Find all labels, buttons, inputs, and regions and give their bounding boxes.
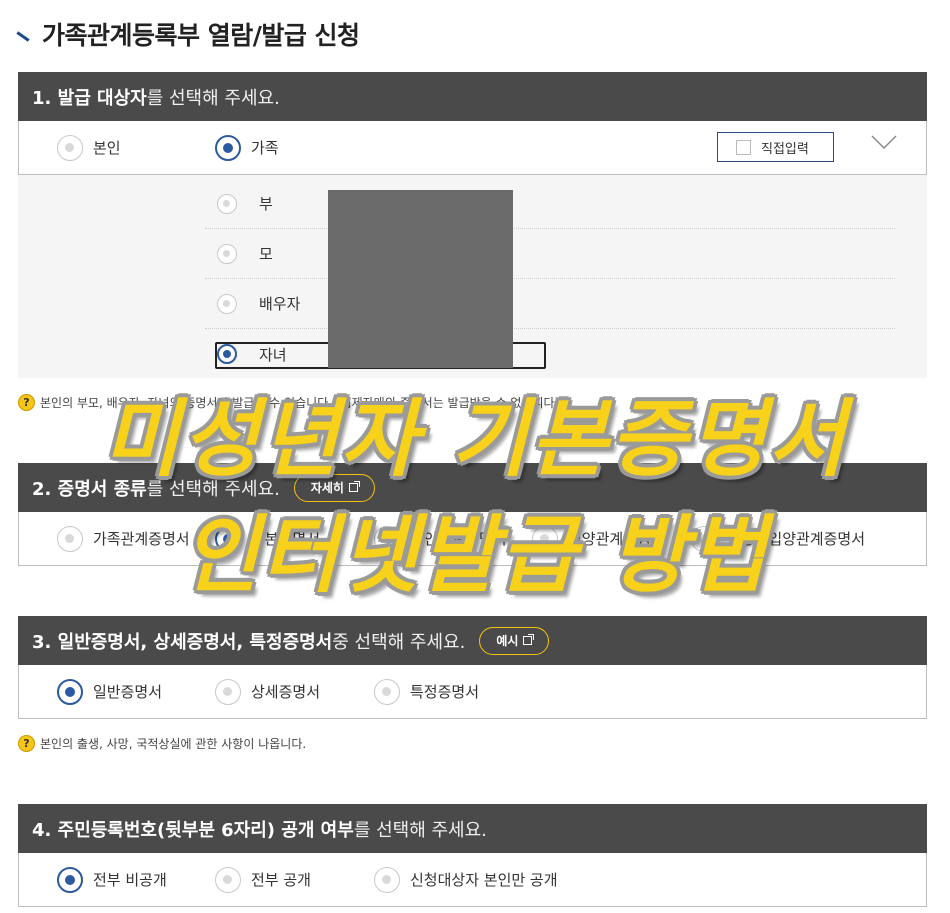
- family-option-mother[interactable]: 모: [205, 229, 895, 279]
- page-title: 가족관계등록부 열람/발급 신청: [16, 14, 360, 54]
- option-general-cert-label: 일반증명서: [93, 683, 163, 701]
- section1-header: 1. 발급 대상자 를 선택해 주세요.: [18, 72, 927, 121]
- section1-title: 1. 발급 대상자: [32, 87, 147, 109]
- option-detailed-cert-label: 상세증명서: [251, 683, 321, 701]
- option-general-cert[interactable]: 일반증명서: [57, 665, 162, 718]
- option-all-public-label: 전부 공개: [251, 871, 311, 889]
- radio-self[interactable]: [57, 134, 83, 161]
- option-self-public[interactable]: 신청대상자 본인만 공개: [374, 853, 558, 906]
- radio-all-public[interactable]: [215, 866, 241, 893]
- chevron-down-icon[interactable]: [871, 135, 897, 149]
- radio-spouse[interactable]: [217, 293, 237, 314]
- direct-input-label: 직접입력: [761, 141, 809, 157]
- section3-title: 3. 일반증명서, 상세증명서, 특정증명서: [32, 631, 333, 653]
- overlay-title-line1: 미성년자 기본증명서: [102, 390, 848, 488]
- section1-title-rest: 를 선택해 주세요.: [146, 87, 280, 109]
- page-title-text: 가족관계등록부 열람/발급 신청: [42, 21, 360, 50]
- option-family[interactable]: 가족: [215, 121, 279, 174]
- family-spouse-label: 배우자: [259, 295, 301, 313]
- option-all-private[interactable]: 전부 비공개: [57, 853, 167, 906]
- overlay-title-line2: 인터넷발급 방법: [181, 506, 769, 604]
- section3-note-text: 본인의 출생, 사망, 국적상실에 관한 사항이 나옵니다.: [40, 737, 307, 751]
- family-mother-label: 모: [259, 245, 273, 263]
- radio-self-public[interactable]: [374, 866, 400, 893]
- option-specific-cert[interactable]: 특정증명서: [374, 665, 479, 718]
- family-father-label: 부: [259, 195, 273, 213]
- section3-note: ? 본인의 출생, 사망, 국적상실에 관한 사항이 나옵니다.: [18, 735, 306, 752]
- section1-options: 본인 가족 직접입력: [18, 121, 927, 175]
- section4-options: 전부 비공개 전부 공개 신청대상자 본인만 공개: [18, 853, 927, 907]
- radio-mother[interactable]: [217, 243, 237, 264]
- section4-header: 4. 주민등록번호(뒷부분 6자리) 공개 여부 를 선택해 주세요.: [18, 804, 927, 853]
- radio-all-private[interactable]: [57, 866, 83, 893]
- section3-header: 3. 일반증명서, 상세증명서, 특정증명서 중 선택해 주세요. 예시: [18, 616, 927, 665]
- radio-specific-cert[interactable]: [374, 678, 400, 705]
- radio-father[interactable]: [217, 193, 237, 214]
- radio-child[interactable]: [217, 344, 237, 364]
- family-option-spouse[interactable]: 배우자: [205, 279, 895, 329]
- section3-options: 일반증명서 상세증명서 특정증명서: [18, 665, 927, 719]
- option-family-label: 가족: [251, 139, 279, 157]
- external-link-icon: [523, 634, 535, 645]
- redacted-area: [328, 190, 513, 368]
- option-all-public[interactable]: 전부 공개: [215, 853, 311, 906]
- option-all-private-label: 전부 비공개: [93, 871, 167, 889]
- option-self-label: 본인: [93, 139, 121, 157]
- option-self-public-label: 신청대상자 본인만 공개: [410, 871, 558, 889]
- radio-family[interactable]: [215, 134, 241, 161]
- section4-title: 4. 주민등록번호(뒷부분 6자리) 공개 여부: [32, 819, 354, 841]
- direct-input-checkbox[interactable]: [736, 139, 751, 155]
- title-mark-icon: [16, 30, 30, 42]
- example-button[interactable]: 예시: [479, 626, 550, 655]
- section3-title-rest: 중 선택해 주세요.: [332, 631, 466, 653]
- direct-input-button[interactable]: 직접입력: [717, 132, 834, 162]
- section4-title-rest: 를 선택해 주세요.: [353, 819, 487, 841]
- radio-detailed-cert[interactable]: [215, 678, 241, 705]
- example-button-label: 예시: [496, 634, 519, 648]
- radio-general-cert[interactable]: [57, 678, 83, 705]
- question-circle-icon: ?: [18, 735, 35, 752]
- family-option-father[interactable]: 부: [205, 179, 895, 229]
- option-self[interactable]: 본인: [57, 121, 121, 174]
- option-detailed-cert[interactable]: 상세증명서: [215, 665, 320, 718]
- option-specific-cert-label: 특정증명서: [410, 683, 480, 701]
